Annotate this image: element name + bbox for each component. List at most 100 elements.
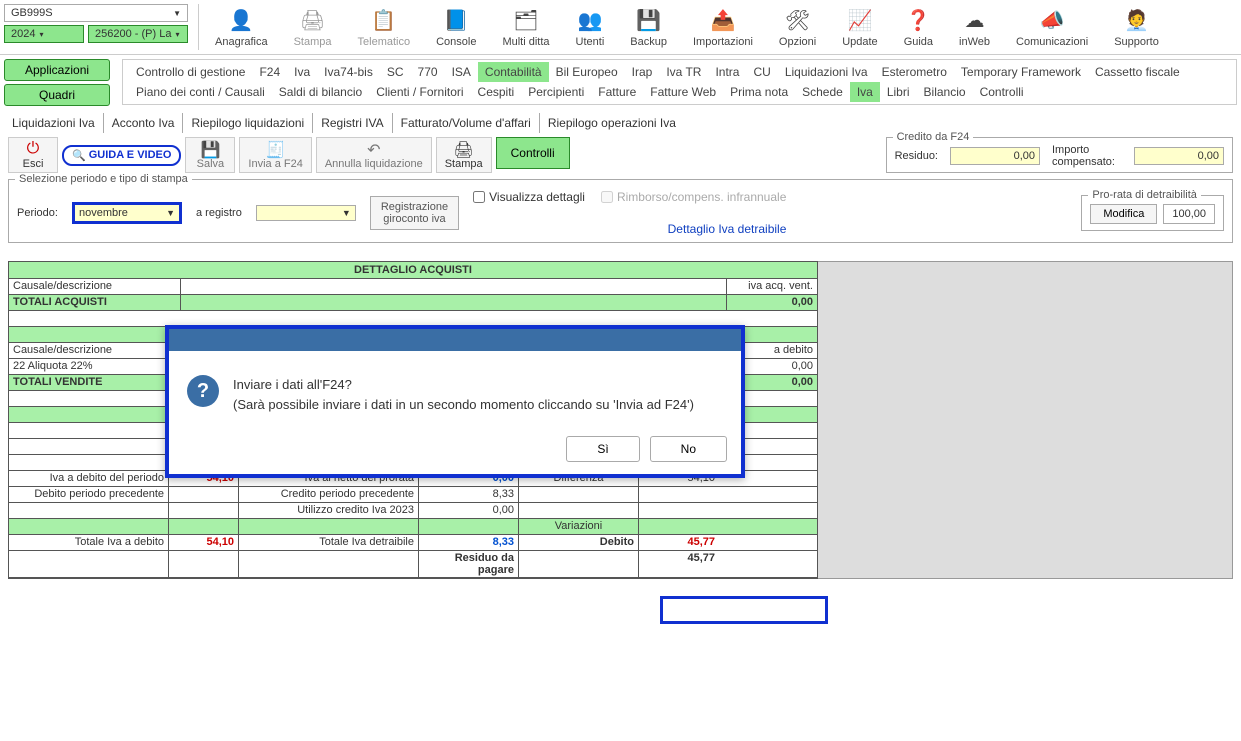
menu-iva-tr[interactable]: Iva TR: [659, 62, 708, 82]
dialog-no-button[interactable]: No: [650, 436, 727, 462]
menu-sc[interactable]: SC: [380, 62, 411, 82]
table-row: Utilizzo credito Iva 20230,00: [9, 503, 817, 519]
menu-liquidazioni-iva[interactable]: Liquidazioni Iva: [778, 62, 875, 82]
tool-console[interactable]: 📘Console: [428, 4, 484, 50]
tool-opzioni[interactable]: 🛠Opzioni: [771, 4, 824, 50]
menu-fatture-web[interactable]: Fatture Web: [643, 82, 723, 102]
sub-selector-value: 256200 - (P) La: [95, 28, 171, 40]
menu-cespiti[interactable]: Cespiti: [471, 82, 522, 102]
nav-section: Applicazioni Quadri Controllo di gestion…: [0, 55, 1241, 110]
variazioni-row: Variazioni: [9, 519, 817, 535]
tool-utenti[interactable]: 👥Utenti: [568, 4, 613, 50]
tool-telematico[interactable]: 📋Telematico: [350, 4, 419, 50]
tab-acconto-iva[interactable]: Acconto Iva: [104, 113, 184, 133]
periodo-selector[interactable]: novembre ▼: [72, 202, 182, 224]
esci-button[interactable]: ⏻ Esci: [8, 137, 58, 173]
totale-iva-row: Totale Iva a debito54,10Totale Iva detra…: [9, 535, 817, 551]
menu-fatture[interactable]: Fatture: [591, 82, 643, 102]
sub-selector[interactable]: 256200 - (P) La ▾: [88, 25, 188, 43]
tab-fatturato-volume-d-affari[interactable]: Fatturato/Volume d'affari: [393, 113, 540, 133]
menu-esterometro[interactable]: Esterometro: [875, 62, 954, 82]
guida-video-button[interactable]: 🔍 GUIDA E VIDEO: [62, 145, 181, 166]
tool-guida[interactable]: ❓Guida: [896, 4, 941, 50]
stampa-button[interactable]: 🖨 Stampa: [436, 137, 492, 173]
menu-percipienti[interactable]: Percipienti: [521, 82, 591, 102]
residuo-label: Residuo:: [895, 150, 938, 162]
tool-backup[interactable]: 💾Backup: [622, 4, 675, 50]
dialog-yes-button[interactable]: Sì: [566, 436, 639, 462]
dettaglio-iva-link[interactable]: Dettaglio Iva detraibile: [668, 222, 787, 236]
menu-bil-europeo[interactable]: Bil Europeo: [549, 62, 625, 82]
chevron-down-icon: ▼: [173, 9, 181, 18]
menu-piano-dei-conti-causali[interactable]: Piano dei conti / Causali: [129, 82, 272, 102]
tool-stampa[interactable]: 🖨Stampa: [286, 4, 340, 50]
console-icon: 📘: [442, 6, 470, 34]
sub-tabs: Liquidazioni IvaAcconto IvaRiepilogo liq…: [0, 110, 1241, 133]
menu-controlli[interactable]: Controlli: [973, 82, 1031, 102]
utenti-icon: 👥: [576, 6, 604, 34]
salva-button[interactable]: 💾 Salva: [185, 137, 235, 173]
menu-iva[interactable]: Iva: [287, 62, 317, 82]
importo-value[interactable]: 0,00: [1134, 147, 1224, 165]
applicazioni-button[interactable]: Applicazioni: [4, 59, 110, 81]
chevron-down-icon: ▼: [342, 208, 351, 218]
credito-f24-box: Credito da F24 Residuo: 0,00 Importo com…: [886, 137, 1233, 173]
save-icon: 💾: [200, 140, 220, 158]
prorata-title: Pro-rata di detraibilità: [1088, 189, 1201, 201]
guida-icon: ❓: [904, 6, 932, 34]
giroconto-button[interactable]: Registrazione giroconto iva: [370, 196, 459, 230]
tool-update[interactable]: 📈Update: [834, 4, 885, 50]
menu-iva[interactable]: Iva: [850, 82, 880, 102]
undo-icon: ↶: [367, 140, 380, 158]
action-bar: ⏻ Esci 🔍 GUIDA E VIDEO 💾 Salva 🧾 Invia a…: [0, 133, 1241, 177]
table-row: Causale/descrizioneiva acq. vent.: [9, 279, 817, 295]
menu-bilancio[interactable]: Bilancio: [917, 82, 973, 102]
tool-comunicazioni[interactable]: 📣Comunicazioni: [1008, 4, 1096, 50]
menu-770[interactable]: 770: [411, 62, 445, 82]
menu-controllo-di-gestione[interactable]: Controllo di gestione: [129, 62, 252, 82]
tool-inweb[interactable]: ☁inWeb: [951, 4, 998, 50]
residuo-value[interactable]: 0,00: [950, 147, 1040, 165]
tab-liquidazioni-iva[interactable]: Liquidazioni Iva: [4, 113, 104, 133]
tab-riepilogo-operazioni-iva[interactable]: Riepilogo operazioni Iva: [540, 113, 684, 133]
annulla-liquidazione-button[interactable]: ↶ Annulla liquidazione: [316, 137, 432, 173]
rimborso-checkbox[interactable]: Rimborso/compens. infrannuale: [601, 190, 786, 204]
menu-isa[interactable]: ISA: [445, 62, 478, 82]
anagrafica-icon: 👤: [227, 6, 255, 34]
chevron-down-icon: ▾: [175, 30, 179, 39]
invia-f24-button[interactable]: 🧾 Invia a F24: [239, 137, 311, 173]
comunicazioni-icon: 📣: [1038, 6, 1066, 34]
side-panel: [818, 261, 1233, 579]
menu-saldi-di-bilancio[interactable]: Saldi di bilancio: [272, 82, 369, 102]
menu-cassetto-fiscale[interactable]: Cassetto fiscale: [1088, 62, 1187, 82]
debito-highlight: [660, 596, 828, 624]
menu-iva74-bis[interactable]: Iva74-bis: [317, 62, 380, 82]
menu-irap[interactable]: Irap: [625, 62, 660, 82]
registro-selector[interactable]: ▼: [256, 205, 356, 221]
menu-libri[interactable]: Libri: [880, 82, 917, 102]
visualizza-dettagli-checkbox[interactable]: Visualizza dettagli: [473, 190, 585, 204]
quadri-button[interactable]: Quadri: [4, 84, 110, 106]
tab-riepilogo-liquidazioni[interactable]: Riepilogo liquidazioni: [183, 113, 313, 133]
menu-prima-nota[interactable]: Prima nota: [723, 82, 795, 102]
menu-temporary-framework[interactable]: Temporary Framework: [954, 62, 1088, 82]
year-selector[interactable]: 2024 ▾: [4, 25, 84, 43]
confirm-dialog: ? Inviare i dati all'F24? (Sarà possibil…: [165, 325, 745, 478]
tool-anagrafica[interactable]: 👤Anagrafica: [207, 4, 276, 50]
menu-intra[interactable]: Intra: [708, 62, 746, 82]
controlli-button[interactable]: Controlli: [496, 137, 570, 169]
top-header: GB999S ▼ 2024 ▾ 256200 - (P) La ▾ 👤Anagr…: [0, 0, 1241, 55]
modifica-button[interactable]: Modifica: [1090, 204, 1157, 224]
menu-clienti-fornitori[interactable]: Clienti / Fornitori: [369, 82, 470, 102]
company-selector[interactable]: GB999S ▼: [4, 4, 188, 22]
menu-schede[interactable]: Schede: [795, 82, 850, 102]
menu-f24[interactable]: F24: [252, 62, 287, 82]
menu-cu[interactable]: CU: [746, 62, 777, 82]
tool-supporto[interactable]: 🧑‍💼Supporto: [1106, 4, 1167, 50]
tool-multi ditta[interactable]: 🗂Multi ditta: [494, 4, 557, 50]
menu-contabilit-[interactable]: Contabilità: [478, 62, 549, 82]
tab-registri-iva[interactable]: Registri IVA: [313, 113, 392, 133]
selection-panel: Selezione periodo e tipo di stampa Perio…: [8, 179, 1233, 243]
tool-importazioni[interactable]: 📤Importazioni: [685, 4, 761, 50]
menu-bar: Controllo di gestioneF24IvaIva74-bisSC77…: [122, 59, 1237, 105]
